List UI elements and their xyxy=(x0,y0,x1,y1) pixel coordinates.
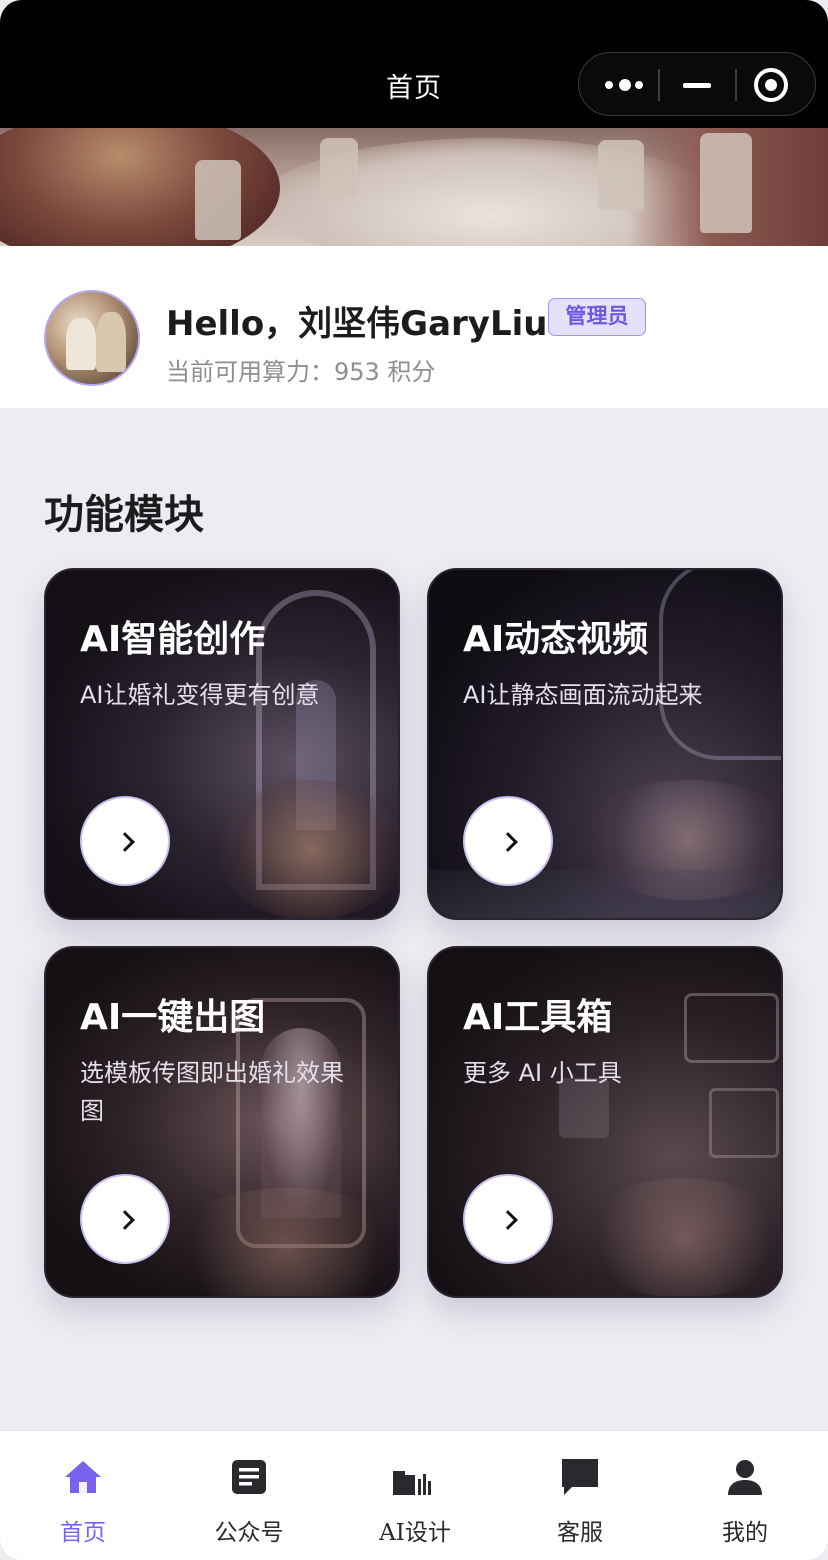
bottom-tab-bar: 首页 公众号 AI设计 客服 我的 xyxy=(0,1430,828,1560)
capsule-divider xyxy=(658,69,660,101)
mini-program-capsule xyxy=(578,52,816,116)
tab-label: 客服 xyxy=(557,1520,603,1546)
open-ai-creation-button[interactable] xyxy=(80,796,170,886)
module-title: AI动态视频 xyxy=(463,619,649,660)
tab-label: 首页 xyxy=(60,1520,106,1546)
greeting-text: Hello，刘坚伟GaryLiu xyxy=(166,304,548,344)
module-card-ai-image[interactable]: AI一键出图 选模板传图即出婚礼效果图 xyxy=(44,946,400,1298)
open-ai-image-button[interactable] xyxy=(80,1174,170,1264)
chevron-right-icon xyxy=(115,1210,135,1230)
article-icon xyxy=(232,1460,266,1494)
chart-bars-icon xyxy=(393,1471,431,1495)
capsule-divider xyxy=(735,69,737,101)
chat-bubble-icon xyxy=(562,1459,598,1495)
module-card-ai-toolbox[interactable]: AI工具箱 更多 AI 小工具 xyxy=(427,946,783,1298)
home-icon xyxy=(65,1461,101,1493)
chevron-right-icon xyxy=(498,832,518,852)
module-description: AI让静态画面流动起来 xyxy=(463,681,703,709)
module-title: AI工具箱 xyxy=(463,997,613,1038)
module-description: 选模板传图即出婚礼效果图 xyxy=(80,1059,344,1125)
section-title: 功能模块 xyxy=(44,492,204,538)
banner-image xyxy=(0,128,828,246)
module-description: 更多 AI 小工具 xyxy=(463,1059,622,1087)
module-title: AI一键出图 xyxy=(80,997,266,1038)
tab-label: AI设计 xyxy=(379,1520,451,1546)
open-ai-video-button[interactable] xyxy=(463,796,553,886)
navigation-bar: 首页 xyxy=(0,0,828,128)
more-dots-icon[interactable] xyxy=(605,79,645,91)
tab-official-account[interactable]: 公众号 xyxy=(166,1431,332,1560)
module-title: AI智能创作 xyxy=(80,619,266,660)
user-icon xyxy=(728,1460,762,1495)
chevron-right-icon xyxy=(498,1210,518,1230)
module-card-ai-creation[interactable]: AI智能创作 AI让婚礼变得更有创意 xyxy=(44,568,400,920)
tab-label: 我的 xyxy=(722,1520,768,1546)
points-text: 当前可用算力：953 积分 xyxy=(166,358,436,386)
tab-customer-service[interactable]: 客服 xyxy=(497,1431,663,1560)
tab-ai-design[interactable]: AI设计 xyxy=(332,1431,498,1560)
role-badge: 管理员 xyxy=(548,298,646,336)
tab-label: 公众号 xyxy=(214,1520,284,1546)
close-circle-icon[interactable] xyxy=(754,68,788,102)
tab-home[interactable]: 首页 xyxy=(0,1431,166,1560)
module-description: AI让婚礼变得更有创意 xyxy=(80,681,320,709)
avatar[interactable] xyxy=(44,290,140,386)
minimize-icon[interactable] xyxy=(683,83,711,88)
chevron-right-icon xyxy=(115,832,135,852)
open-ai-toolbox-button[interactable] xyxy=(463,1174,553,1264)
tab-profile[interactable]: 我的 xyxy=(662,1431,828,1560)
module-card-ai-video[interactable]: AI动态视频 AI让静态画面流动起来 xyxy=(427,568,783,920)
